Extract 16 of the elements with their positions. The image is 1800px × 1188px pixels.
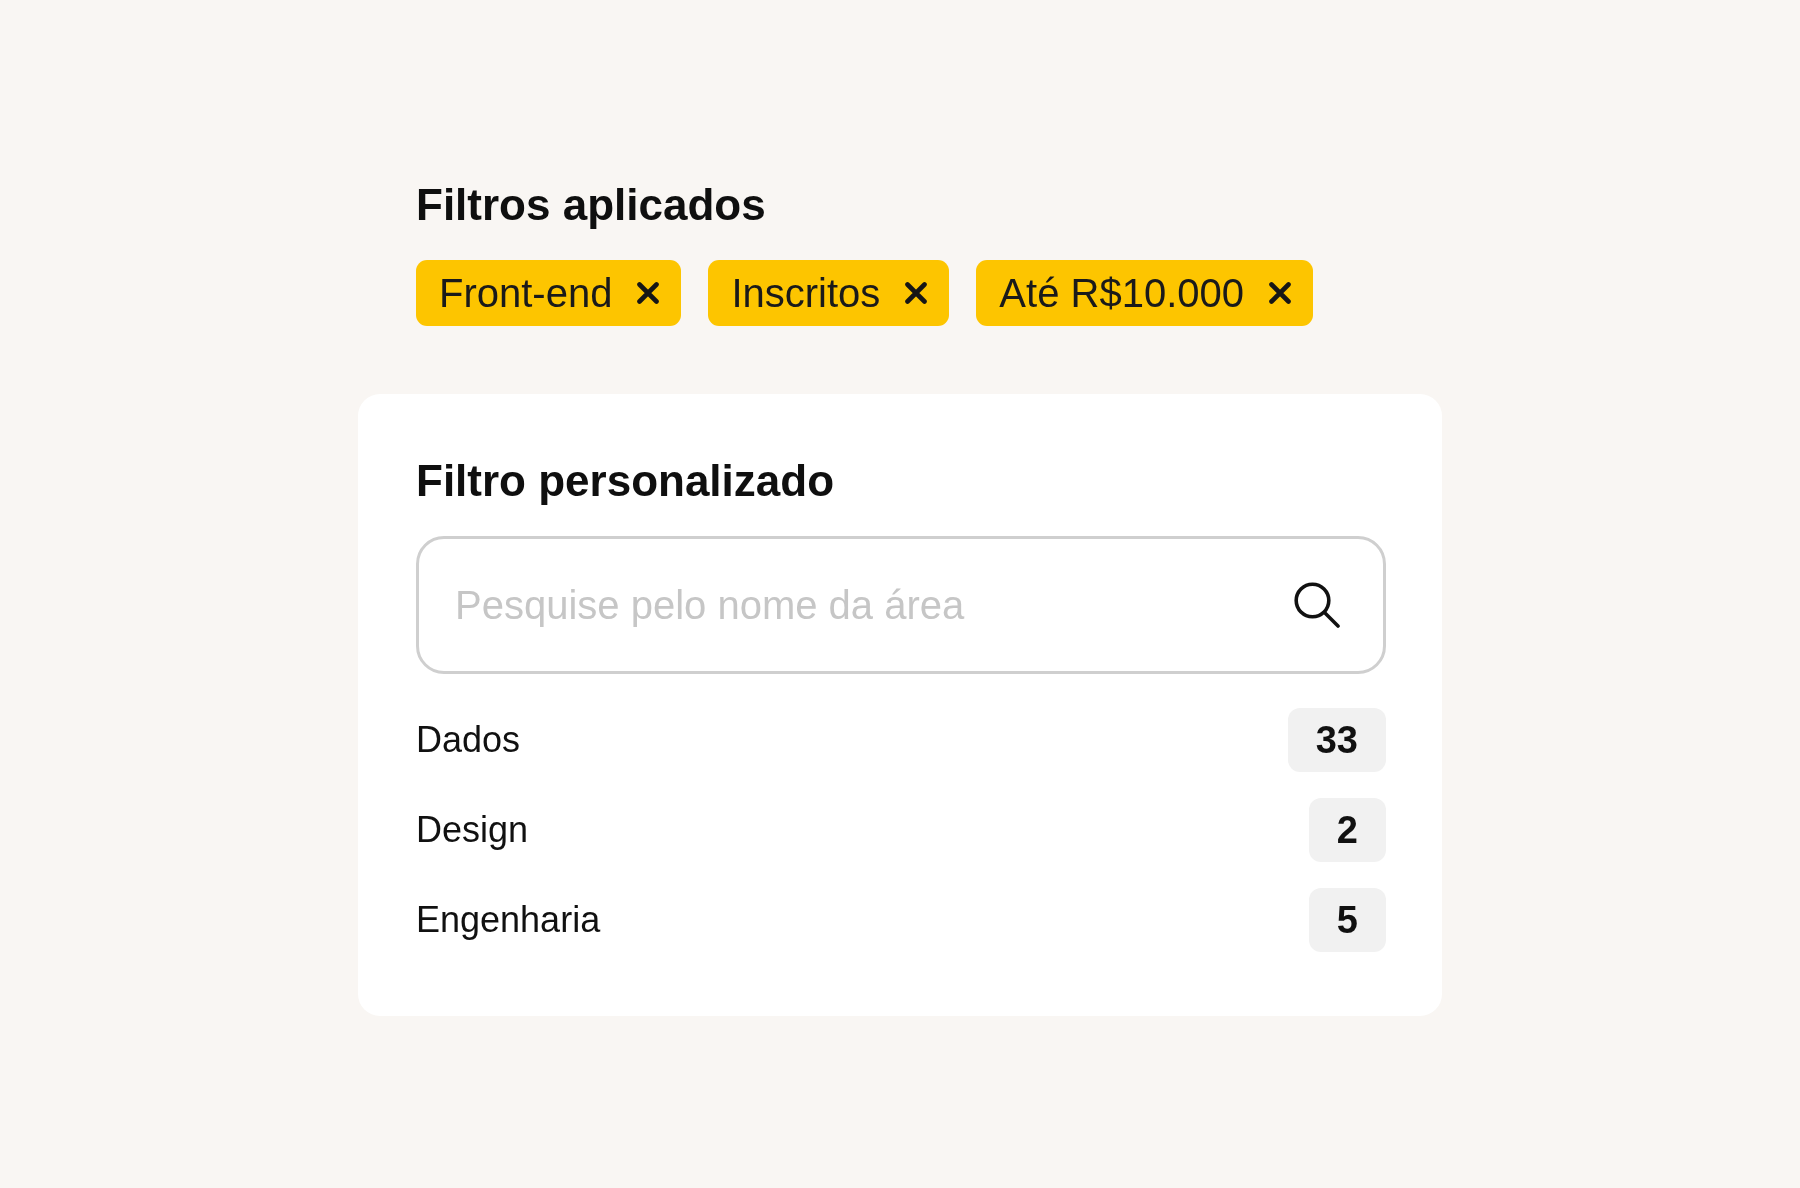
filter-chip[interactable]: Front-end bbox=[416, 260, 682, 326]
close-icon bbox=[637, 282, 660, 304]
count-badge: 5 bbox=[1308, 888, 1386, 952]
area-label: Design bbox=[416, 808, 529, 852]
filter-chip[interactable]: Inscritos bbox=[708, 260, 950, 326]
section-title: Filtros aplicados bbox=[416, 179, 766, 231]
count-badge: 33 bbox=[1287, 708, 1386, 772]
card-title: Filtro personalizado bbox=[416, 455, 835, 507]
count-badge: 2 bbox=[1308, 798, 1386, 862]
area-label: Dados bbox=[416, 718, 521, 762]
area-label: Engenharia bbox=[416, 898, 601, 942]
close-icon bbox=[1269, 282, 1291, 304]
search-field[interactable]: Pesquise pelo nome da área bbox=[416, 536, 1386, 674]
filter-chip[interactable]: Até R$10.000 bbox=[976, 260, 1313, 326]
close-icon bbox=[905, 282, 928, 304]
search-icon[interactable] bbox=[1294, 582, 1340, 628]
